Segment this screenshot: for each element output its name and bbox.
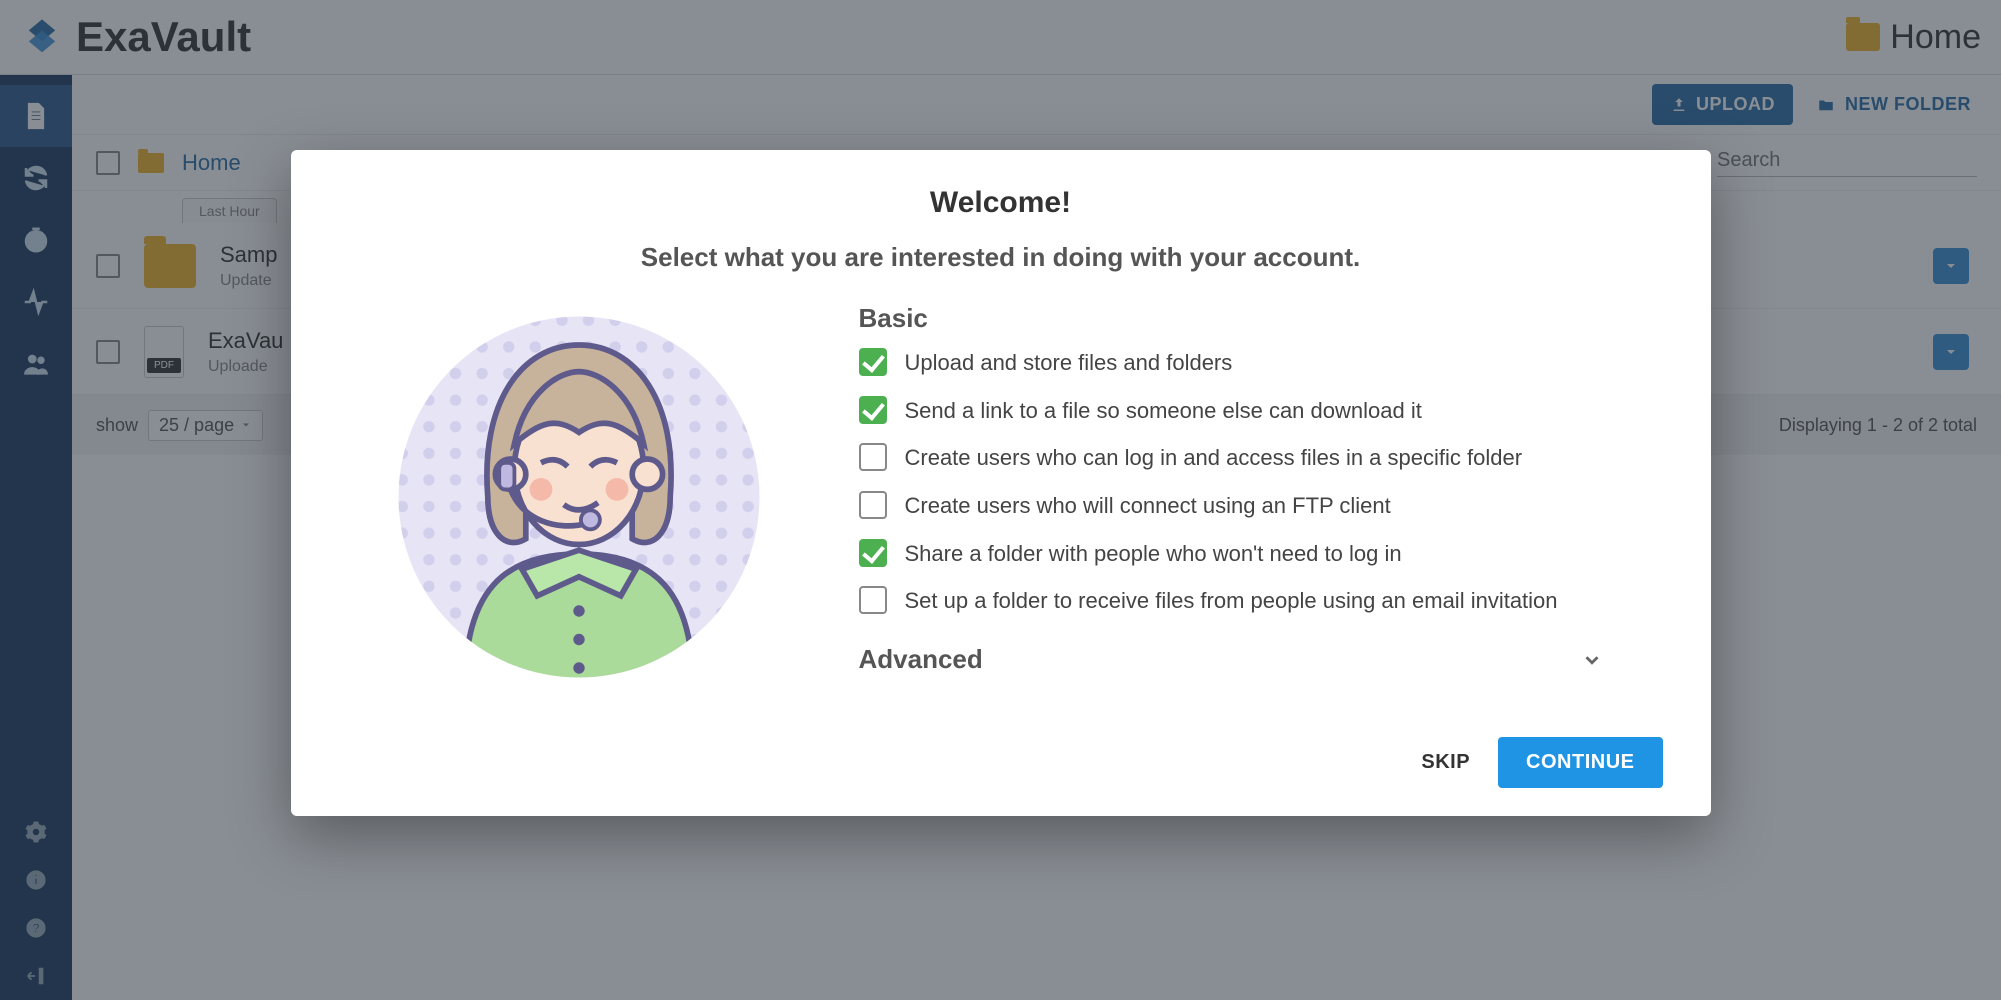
modal-actions: SKIP CONTINUE	[339, 737, 1663, 788]
option-checkbox[interactable]	[859, 491, 887, 519]
option-row[interactable]: Create users who can log in and access f…	[859, 443, 1663, 473]
option-checkbox[interactable]	[859, 539, 887, 567]
option-label: Share a folder with people who won't nee…	[905, 539, 1402, 569]
modal-overlay: Welcome! Select what you are interested …	[0, 0, 2001, 1000]
option-label: Send a link to a file so someone else ca…	[905, 396, 1422, 426]
modal-title: Welcome!	[339, 186, 1663, 220]
advanced-section-title: Advanced	[859, 644, 983, 675]
support-avatar-icon	[389, 307, 769, 687]
chevron-down-icon	[1581, 649, 1603, 671]
modal-subtitle: Select what you are interested in doing …	[339, 242, 1663, 273]
option-row[interactable]: Create users who will connect using an F…	[859, 491, 1663, 521]
options-column: Basic Upload and store files and folders…	[859, 297, 1663, 687]
advanced-section-toggle[interactable]: Advanced	[859, 644, 1663, 675]
option-label: Create users who will connect using an F…	[905, 491, 1391, 521]
option-checkbox[interactable]	[859, 586, 887, 614]
skip-button[interactable]: SKIP	[1421, 751, 1470, 774]
option-label: Set up a folder to receive files from pe…	[905, 586, 1558, 616]
welcome-modal: Welcome! Select what you are interested …	[291, 150, 1711, 816]
option-row[interactable]: Upload and store files and folders	[859, 348, 1663, 378]
option-checkbox[interactable]	[859, 396, 887, 424]
option-checkbox[interactable]	[859, 443, 887, 471]
option-label: Create users who can log in and access f…	[905, 443, 1523, 473]
option-row[interactable]: Set up a folder to receive files from pe…	[859, 586, 1663, 616]
option-checkbox[interactable]	[859, 348, 887, 376]
basic-section-title: Basic	[859, 303, 1663, 334]
welcome-illustration	[339, 297, 819, 687]
option-row[interactable]: Send a link to a file so someone else ca…	[859, 396, 1663, 426]
option-row[interactable]: Share a folder with people who won't nee…	[859, 539, 1663, 569]
option-label: Upload and store files and folders	[905, 348, 1233, 378]
continue-button[interactable]: CONTINUE	[1498, 737, 1662, 788]
